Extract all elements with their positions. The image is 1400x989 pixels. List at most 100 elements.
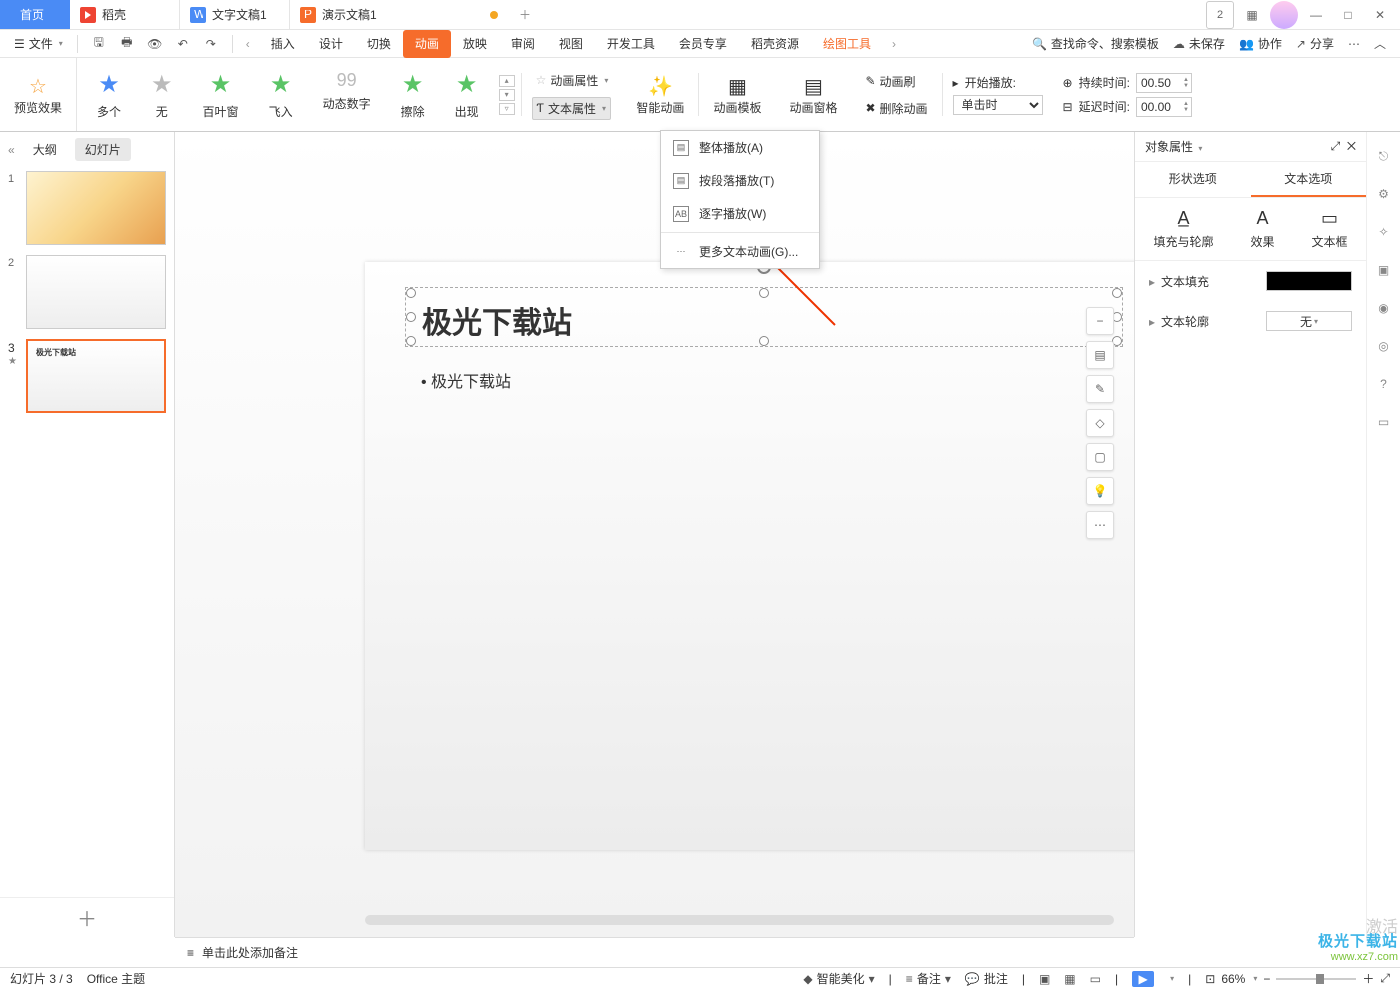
comments-toggle[interactable]: 💬 批注 xyxy=(965,970,1008,987)
delay-spinner[interactable]: 00.00▲▼ xyxy=(1136,97,1192,117)
zoom-value[interactable]: 66% xyxy=(1221,972,1245,986)
zoom-out[interactable]: − xyxy=(1263,972,1270,986)
preview-icon[interactable]: 👁 xyxy=(146,35,164,53)
collapse-ribbon[interactable]: ︿ xyxy=(1374,35,1386,52)
tab-insert[interactable]: 插入 xyxy=(259,30,307,58)
tab-review[interactable]: 审阅 xyxy=(499,30,547,58)
undo-icon[interactable]: ↶ xyxy=(174,35,192,53)
idea-tool[interactable]: 💡 xyxy=(1086,477,1114,505)
minimize-button[interactable]: — xyxy=(1302,1,1330,29)
gallery-nav[interactable]: ▴▾▿ xyxy=(499,75,521,115)
effect-wipe[interactable]: ★擦除 xyxy=(401,70,425,120)
slides-tab[interactable]: 幻灯片 xyxy=(75,138,131,161)
slide-thumb-2[interactable]: 2 xyxy=(8,255,166,329)
resize-handle[interactable] xyxy=(759,336,769,346)
more-menu[interactable]: ⋯ xyxy=(1348,37,1360,51)
add-slide-button[interactable]: ＋ xyxy=(0,897,174,937)
slide-thumb-3[interactable]: 3★ 极光下载站 xyxy=(8,339,166,413)
effect-blinds[interactable]: ★百叶窗 xyxy=(203,70,239,120)
maximize-button[interactable]: □ xyxy=(1334,1,1362,29)
tab-transition[interactable]: 切换 xyxy=(355,30,403,58)
smart-anim-button[interactable]: ✨智能动画 xyxy=(622,58,698,131)
tab-daoke[interactable]: 稻壳 xyxy=(70,0,180,29)
zoom-max[interactable]: ⤢ xyxy=(1380,971,1390,986)
tab-next[interactable]: › xyxy=(885,37,903,51)
resize-handle[interactable] xyxy=(406,288,416,298)
duration-spinner[interactable]: 00.50▲▼ xyxy=(1136,73,1192,93)
zoom-out-tool[interactable]: − xyxy=(1086,307,1114,335)
save-icon[interactable]: 🖫 xyxy=(90,35,108,53)
side-tool-3[interactable]: ✧ xyxy=(1374,222,1394,242)
tab-presentation[interactable]: P 演示文稿1 xyxy=(290,0,510,29)
text-outline-row[interactable]: ▸文本轮廓 无 ▾ xyxy=(1135,301,1366,341)
redo-icon[interactable]: ↷ xyxy=(202,35,220,53)
frame-tool[interactable]: ▢ xyxy=(1086,443,1114,471)
apps-icon[interactable]: ▦ xyxy=(1238,1,1266,29)
delete-anim-button[interactable]: ✖ 删除动画 xyxy=(861,98,931,119)
tab-word-doc[interactable]: W 文字文稿1 xyxy=(180,0,290,29)
tab-view[interactable]: 视图 xyxy=(547,30,595,58)
notification-badge[interactable]: 2 xyxy=(1206,1,1234,29)
text-outline-select[interactable]: 无 ▾ xyxy=(1266,311,1352,331)
file-menu[interactable]: ☰ 文件 ▾ xyxy=(6,35,71,52)
anim-template-button[interactable]: ▦动画模板 xyxy=(699,58,775,131)
textbox-tab[interactable]: ▭文本框 xyxy=(1311,208,1347,250)
dropdown-play-by-char[interactable]: AB逐字播放(W) xyxy=(661,197,819,230)
zoom-slider[interactable] xyxy=(1276,978,1356,980)
anim-pane-button[interactable]: ▤动画窗格 xyxy=(775,58,851,131)
collapse-panel[interactable]: « xyxy=(8,143,15,157)
effect-appear[interactable]: ★出现 xyxy=(455,70,479,120)
side-tool-2[interactable]: ⚙ xyxy=(1374,184,1394,204)
text-fill-row[interactable]: ▸文本填充 xyxy=(1135,261,1366,301)
view-sorter[interactable]: ▦ xyxy=(1064,972,1075,986)
tab-design[interactable]: 设计 xyxy=(307,30,355,58)
view-reading[interactable]: ▭ xyxy=(1090,972,1101,986)
fill-outline-tab[interactable]: A̲填充与轮廓 xyxy=(1153,208,1213,250)
zoom-fit[interactable]: ⊡ xyxy=(1205,972,1215,986)
share-button[interactable]: ↗ 分享 xyxy=(1296,35,1334,52)
side-tool-7[interactable]: ? xyxy=(1374,374,1394,394)
notes-bar[interactable]: ≡ 单击此处添加备注 xyxy=(175,937,1134,967)
user-avatar[interactable] xyxy=(1270,1,1298,29)
notes-placeholder[interactable]: 单击此处添加备注 xyxy=(202,944,298,961)
bullet-text[interactable]: • 极光下载站 xyxy=(405,362,1123,398)
tab-slideshow[interactable]: 放映 xyxy=(451,30,499,58)
tab-prev[interactable]: ‹ xyxy=(239,37,257,51)
dropdown-play-by-para[interactable]: ▤按段落播放(T) xyxy=(661,164,819,197)
shape-tool[interactable]: ◇ xyxy=(1086,409,1114,437)
close-button[interactable]: ✕ xyxy=(1366,1,1394,29)
resize-handle[interactable] xyxy=(406,312,416,322)
tab-draw-tools[interactable]: 绘图工具 xyxy=(811,30,883,58)
pen-tool[interactable]: ✎ xyxy=(1086,375,1114,403)
anim-brush-button[interactable]: ✎ 动画刷 xyxy=(861,71,919,92)
tab-animation[interactable]: 动画 xyxy=(403,30,451,58)
text-options-tab[interactable]: 文本选项 xyxy=(1251,162,1367,197)
unsaved-button[interactable]: ☁ 未保存 xyxy=(1173,35,1225,52)
notes-toggle[interactable]: ≡ 备注 ▾ xyxy=(906,970,951,987)
side-tool-1[interactable]: ⎋ xyxy=(1374,146,1394,166)
title-textbox[interactable]: 极光下载站 xyxy=(405,287,1123,347)
effect-none[interactable]: ★无 xyxy=(151,70,173,120)
view-normal[interactable]: ▣ xyxy=(1039,972,1050,986)
dropdown-more-text-anim[interactable]: ⋯更多文本动画(G)... xyxy=(661,235,819,268)
dropdown-play-all[interactable]: ▤整体播放(A) xyxy=(661,131,819,164)
anim-props-button[interactable]: ☆ 动画属性 ▾ xyxy=(532,70,613,91)
text-fill-color[interactable] xyxy=(1266,271,1352,291)
outline-tab[interactable]: 大纲 xyxy=(23,138,67,161)
print-icon[interactable]: 🖶 xyxy=(118,35,136,53)
side-tool-6[interactable]: ◎ xyxy=(1374,336,1394,356)
pin-icon[interactable]: ⤢ xyxy=(1331,139,1341,153)
smart-beautify-button[interactable]: ◆ 智能美化 ▾ xyxy=(803,970,874,987)
tab-vip[interactable]: 会员专享 xyxy=(667,30,739,58)
play-button[interactable]: ▶ xyxy=(1132,971,1154,987)
effect-multiple[interactable]: ★多个 xyxy=(97,70,121,120)
shape-options-tab[interactable]: 形状选项 xyxy=(1135,162,1251,197)
side-tool-5[interactable]: ◉ xyxy=(1374,298,1394,318)
command-search[interactable]: 🔍 查找命令、搜索模板 xyxy=(1032,35,1159,52)
more-tool[interactable]: ⋯ xyxy=(1086,511,1114,539)
start-select[interactable]: 单击时 xyxy=(953,95,1043,115)
layers-tool[interactable]: ▤ xyxy=(1086,341,1114,369)
slide-canvas[interactable]: 极光下载站 • 极光下载站 − ▤ ✎ ◇ ▢ 💡 ⋯ xyxy=(175,132,1134,937)
collab-button[interactable]: 👥 协作 xyxy=(1239,35,1282,52)
close-panel[interactable]: ✕ xyxy=(1347,139,1356,153)
